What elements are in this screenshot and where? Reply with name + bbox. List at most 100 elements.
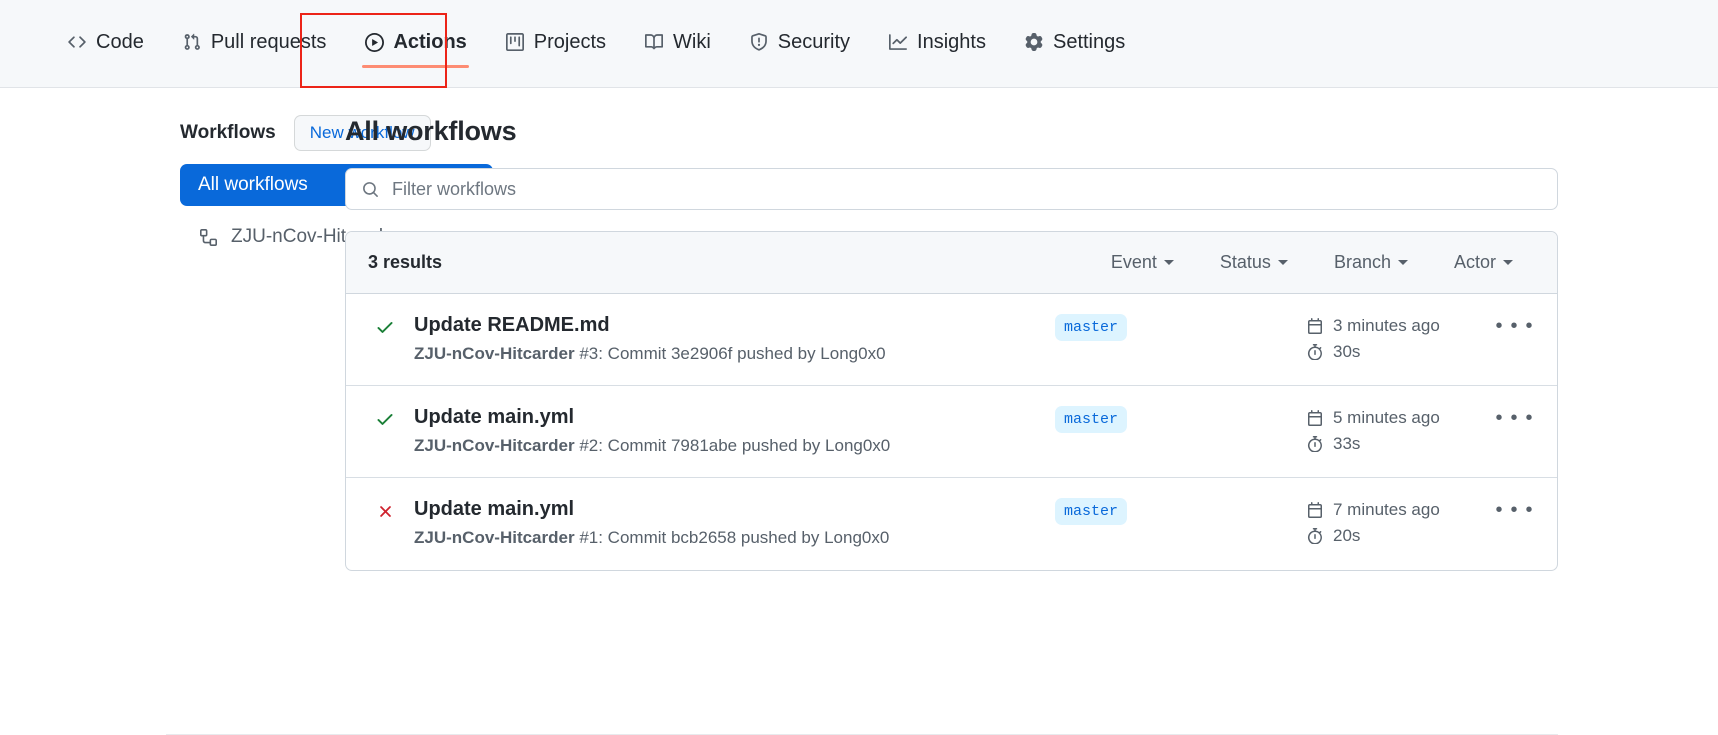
nav-item-projects[interactable]: Projects — [486, 0, 625, 84]
sidebar-title: Workflows — [180, 122, 276, 143]
run-subtitle: ZJU-nCov-Hitcarder #3: Commit 3e2906f pu… — [414, 343, 1055, 366]
filter-event-label: Event — [1110, 252, 1157, 272]
run-time-ago: 7 minutes ago — [1333, 500, 1440, 519]
run-subtitle-rest: #2: Commit 7981abe pushed by Long0x0 — [574, 436, 891, 455]
workflow-run-row[interactable]: Update main.yml ZJU-nCov-Hitcarder #2: C… — [346, 386, 1557, 478]
filter-actor-label: Actor — [1453, 252, 1496, 272]
run-duration: 33s — [1333, 434, 1361, 453]
stopwatch-icon — [1305, 343, 1324, 362]
nav-item-code[interactable]: Code — [48, 0, 163, 84]
run-duration-line: 33s — [1305, 431, 1495, 457]
run-time-line: 5 minutes ago — [1305, 405, 1495, 431]
stopwatch-icon — [1305, 527, 1324, 546]
nav-item-label: Pull requests — [210, 30, 327, 53]
nav-item-security[interactable]: Security — [730, 0, 869, 84]
nav-item-label: Security — [777, 30, 851, 53]
nav-item-label: Actions — [393, 30, 467, 53]
results-header: 3 results Event Status Branch Actor — [346, 232, 1557, 294]
run-main: Update README.md ZJU-nCov-Hitcarder #3: … — [414, 312, 1055, 366]
nav-item-insights[interactable]: Insights — [869, 0, 1005, 84]
calendar-icon — [1305, 317, 1324, 336]
gear-icon — [1024, 32, 1044, 52]
branch-badge[interactable]: master — [1055, 406, 1128, 433]
nav-item-actions[interactable]: Actions — [345, 0, 485, 84]
check-icon — [374, 408, 396, 430]
run-meta-cell: 5 minutes ago 33s — [1305, 404, 1495, 457]
calendar-icon — [1305, 409, 1324, 428]
run-overflow-menu-button[interactable]: • • • — [1495, 312, 1535, 336]
run-repo-link[interactable]: ZJU-nCov-Hitcarder — [414, 528, 575, 547]
filter-workflows-field[interactable] — [345, 168, 1558, 210]
workflow-icon — [198, 227, 218, 247]
run-time-line: 7 minutes ago — [1305, 497, 1495, 523]
filter-branch-label: Branch — [1333, 252, 1391, 272]
check-icon — [374, 316, 396, 338]
git-pull-request-icon — [182, 32, 202, 52]
run-branch-cell: master — [1055, 312, 1305, 341]
project-board-icon — [505, 32, 525, 52]
run-time-ago: 3 minutes ago — [1333, 316, 1440, 335]
run-meta-cell: 3 minutes ago 30s — [1305, 312, 1495, 365]
filter-workflows-input[interactable] — [392, 178, 1543, 200]
nav-item-label: Wiki — [673, 30, 711, 53]
chevron-down-icon — [1397, 260, 1408, 265]
sidebar-item-label: All workflows — [198, 174, 308, 195]
nav-item-label: Settings — [1052, 30, 1126, 53]
nav-item-settings[interactable]: Settings — [1005, 0, 1144, 84]
branch-badge[interactable]: master — [1055, 498, 1128, 525]
page-body: Workflows New workflow All workflows ZJU… — [0, 88, 1718, 571]
book-icon — [644, 32, 664, 52]
workflows-sidebar: Workflows New workflow All workflows ZJU… — [0, 115, 493, 571]
filter-status-dropdown[interactable]: Status — [1220, 252, 1288, 273]
run-title[interactable]: Update main.yml — [414, 496, 1055, 522]
workflow-run-row[interactable]: Update README.md ZJU-nCov-Hitcarder #3: … — [346, 294, 1557, 386]
search-icon — [360, 179, 380, 199]
stopwatch-icon — [1305, 435, 1324, 454]
run-title[interactable]: Update main.yml — [414, 404, 1055, 430]
sidebar-header: Workflows New workflow — [180, 115, 431, 151]
chevron-down-icon — [1163, 260, 1174, 265]
run-duration: 20s — [1333, 526, 1361, 545]
x-icon — [374, 500, 396, 522]
filter-branch-dropdown[interactable]: Branch — [1334, 252, 1408, 273]
branch-badge[interactable]: master — [1055, 314, 1128, 341]
page-title: All workflows — [345, 116, 517, 146]
calendar-icon — [1305, 501, 1324, 520]
results-count: 3 results — [368, 252, 443, 272]
run-duration: 30s — [1333, 342, 1361, 361]
run-title[interactable]: Update README.md — [414, 312, 1055, 338]
run-repo-link[interactable]: ZJU-nCov-Hitcarder — [414, 436, 575, 455]
run-subtitle-rest: #1: Commit bcb2658 pushed by Long0x0 — [574, 528, 890, 547]
run-branch-cell: master — [1055, 496, 1305, 525]
run-time-line: 3 minutes ago — [1305, 313, 1495, 339]
results-filters: Event Status Branch Actor — [1111, 252, 1535, 273]
run-overflow-menu-button[interactable]: • • • — [1495, 404, 1535, 428]
nav-item-label: Insights — [917, 30, 986, 53]
nav-item-pull-requests[interactable]: Pull requests — [163, 0, 346, 84]
repo-nav-list: Code Pull requests Actions Projects Wiki — [48, 0, 1144, 88]
nav-item-wiki[interactable]: Wiki — [625, 0, 730, 84]
chevron-down-icon — [1277, 260, 1288, 265]
shield-icon — [749, 32, 769, 52]
run-time-ago: 5 minutes ago — [1333, 408, 1440, 427]
run-subtitle-rest: #3: Commit 3e2906f pushed by Long0x0 — [574, 344, 886, 363]
filter-actor-dropdown[interactable]: Actor — [1454, 252, 1513, 273]
repo-navigation: Code Pull requests Actions Projects Wiki — [0, 0, 1718, 88]
run-duration-line: 20s — [1305, 523, 1495, 549]
main-content: All workflows 3 results Event Status — [345, 116, 1718, 571]
run-subtitle: ZJU-nCov-Hitcarder #1: Commit bcb2658 pu… — [414, 527, 1055, 550]
run-repo-link[interactable]: ZJU-nCov-Hitcarder — [414, 344, 575, 363]
run-branch-cell: master — [1055, 404, 1305, 433]
chevron-down-icon — [1503, 260, 1513, 265]
run-meta-cell: 7 minutes ago 20s — [1305, 496, 1495, 549]
run-subtitle: ZJU-nCov-Hitcarder #2: Commit 7981abe pu… — [414, 435, 1055, 458]
workflow-runs-box: 3 results Event Status Branch Actor Upda… — [345, 231, 1558, 571]
run-main: Update main.yml ZJU-nCov-Hitcarder #2: C… — [414, 404, 1055, 458]
filter-event-dropdown[interactable]: Event — [1111, 252, 1174, 273]
run-duration-line: 30s — [1305, 339, 1495, 365]
run-overflow-menu-button[interactable]: • • • — [1495, 496, 1535, 520]
workflow-run-row[interactable]: Update main.yml ZJU-nCov-Hitcarder #1: C… — [346, 478, 1557, 570]
filter-status-label: Status — [1219, 252, 1271, 272]
nav-item-label: Code — [96, 30, 144, 53]
graph-icon — [888, 32, 908, 52]
